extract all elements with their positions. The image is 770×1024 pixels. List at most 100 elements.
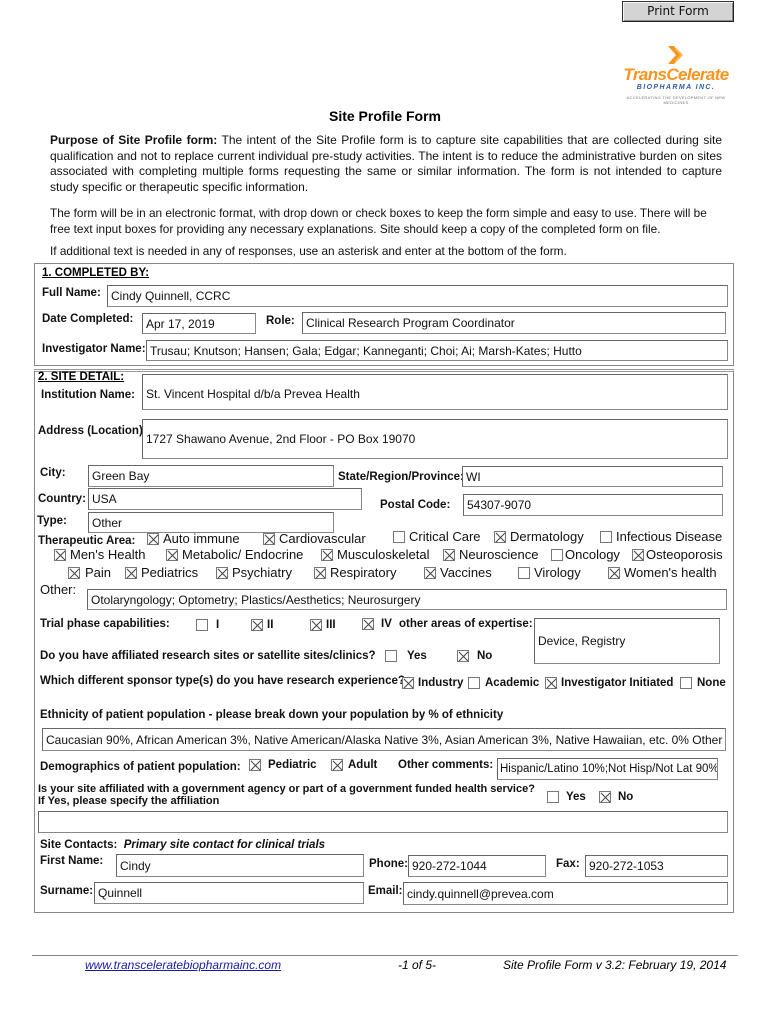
trial-phase-option-iv[interactable]: IV [362, 618, 392, 630]
ethnicity-input[interactable]: Caucasian 90%, African American 3%, Nati… [42, 728, 726, 751]
therapeutic-option-neuroscience[interactable]: Neuroscience [443, 547, 539, 562]
site-detail-header: 2. SITE DETAIL: [38, 371, 125, 383]
government-option-yes[interactable]: Yes [547, 791, 586, 803]
checkbox-virology[interactable] [518, 566, 530, 579]
role-label: Role: [266, 315, 295, 327]
checkbox-investigator-initiated[interactable] [545, 677, 557, 689]
therapeutic-option-osteoporosis[interactable]: Osteoporosis [632, 547, 723, 562]
demographics-label: Demographics of patient population: [40, 761, 241, 773]
checkbox-psychiatry[interactable] [216, 566, 228, 579]
therapeutic-option-cardiovascular[interactable]: Cardiovascular [263, 531, 366, 546]
government-option-no[interactable]: No [599, 791, 633, 803]
checkbox-pediatric[interactable] [249, 759, 261, 771]
checkbox-musculoskeletal[interactable] [321, 548, 333, 561]
checkbox-phase-iii[interactable] [310, 619, 322, 631]
therapeutic-option-mens-health[interactable]: Men's Health [54, 547, 145, 562]
date-completed-input[interactable]: Apr 17, 2019 [142, 313, 256, 334]
checkbox-oncology[interactable] [551, 548, 563, 561]
checkbox-pain[interactable] [68, 566, 80, 579]
trial-phase-option-i[interactable]: I [196, 619, 219, 631]
other-therapeutic-label: Other: [40, 582, 77, 597]
sponsor-option-investigator-initiated[interactable]: Investigator Initiated [545, 677, 673, 689]
page-number: -1 of 5- [398, 958, 437, 972]
checkbox-government-no[interactable] [599, 791, 611, 803]
checkbox-affiliated-no[interactable] [457, 650, 469, 662]
checkbox-pediatrics[interactable] [125, 566, 137, 579]
checkbox-dermatology[interactable] [494, 530, 506, 543]
option-label: Psychiatry [232, 565, 292, 580]
therapeutic-option-critical-care[interactable]: Critical Care [393, 529, 481, 544]
option-label: Neuroscience [459, 547, 539, 562]
type-select[interactable]: Other [88, 512, 334, 533]
checkbox-metabolic-endocrine[interactable] [166, 548, 178, 561]
checkbox-womens-health[interactable] [608, 566, 620, 579]
checkbox-critical-care[interactable] [393, 530, 405, 543]
therapeutic-option-pediatrics[interactable]: Pediatrics [125, 565, 198, 580]
sponsor-type-label: Which different sponsor type(s) do you h… [40, 675, 405, 687]
postal-code-input[interactable]: 54307-9070 [463, 494, 723, 516]
therapeutic-option-respiratory[interactable]: Respiratory [314, 565, 396, 580]
therapeutic-option-virology[interactable]: Virology [518, 565, 581, 580]
checkbox-neuroscience[interactable] [443, 548, 455, 561]
therapeutic-option-metabolic-endocrine[interactable]: Metabolic/ Endocrine [166, 547, 303, 562]
checkbox-cardiovascular[interactable] [263, 532, 275, 545]
checkbox-affiliated-yes[interactable] [385, 650, 397, 662]
surname-input[interactable]: Quinnell [94, 882, 364, 904]
checkbox-respiratory[interactable] [314, 566, 326, 579]
site-contacts-subtitle: Primary site contact for clinical trials [123, 839, 326, 851]
trial-phase-option-iii[interactable]: III [310, 619, 336, 631]
fax-input[interactable]: 920-272-1053 [585, 855, 728, 877]
therapeutic-option-pain[interactable]: Pain [68, 565, 111, 580]
sponsor-option-none[interactable]: None [680, 677, 726, 689]
therapeutic-option-infectious-disease[interactable]: Infectious Disease [600, 529, 722, 544]
checkbox-mens-health[interactable] [54, 548, 66, 561]
demographics-option-pediatric[interactable]: Pediatric [249, 759, 317, 771]
expertise-input[interactable]: Device, Registry [534, 618, 720, 664]
therapeutic-option-musculoskeletal[interactable]: Musculoskeletal [321, 547, 430, 562]
investigator-name-label: Investigator Name: [42, 343, 146, 355]
affiliated-option-yes[interactable]: Yes [385, 650, 427, 662]
address-input[interactable]: 1727 Shawano Avenue, 2nd Floor - PO Box … [142, 419, 728, 459]
therapeutic-option-auto-immune[interactable]: Auto immune [147, 531, 240, 546]
checkbox-adult[interactable] [331, 759, 343, 771]
full-name-input[interactable]: Cindy Quinnell, CCRC [107, 285, 728, 307]
therapeutic-option-womens-health[interactable]: Women's health [608, 565, 717, 580]
checkbox-auto-immune[interactable] [147, 532, 159, 545]
sponsor-option-academic[interactable]: Academic [468, 677, 539, 689]
institution-name-input[interactable]: St. Vincent Hospital d/b/a Prevea Health [142, 374, 728, 410]
therapeutic-option-dermatology[interactable]: Dermatology [494, 529, 584, 544]
therapeutic-option-vaccines[interactable]: Vaccines [424, 565, 492, 580]
therapeutic-option-oncology[interactable]: Oncology [551, 547, 620, 562]
demographics-option-adult[interactable]: Adult [331, 759, 377, 771]
sponsor-option-industry[interactable]: Industry [402, 677, 463, 689]
checkbox-government-yes[interactable] [547, 791, 559, 803]
email-input[interactable]: cindy.quinnell@prevea.com [403, 882, 728, 905]
affiliation-input[interactable] [38, 811, 728, 833]
checkbox-phase-iv[interactable] [362, 618, 374, 630]
checkbox-none[interactable] [680, 677, 692, 689]
therapeutic-option-psychiatry[interactable]: Psychiatry [216, 565, 292, 580]
full-name-label: Full Name: [42, 287, 101, 299]
chevron-logo-icon [668, 46, 683, 64]
checkbox-vaccines[interactable] [424, 566, 436, 579]
role-input[interactable]: Clinical Research Program Coordinator [302, 312, 726, 334]
option-label: II [267, 619, 274, 631]
city-input[interactable]: Green Bay [88, 465, 334, 487]
state-input[interactable]: WI [462, 466, 723, 487]
checkbox-osteoporosis[interactable] [632, 548, 644, 561]
phone-input[interactable]: 920-272-1044 [408, 855, 546, 877]
checkbox-infectious-disease[interactable] [600, 530, 612, 543]
affiliated-option-no[interactable]: No [457, 650, 492, 662]
other-therapeutic-input[interactable]: Otolaryngology; Optometry; Plastics/Aest… [87, 589, 727, 610]
website-link[interactable]: www.transceleratebiopharmainc.com [85, 958, 281, 972]
print-form-button[interactable]: Print Form [622, 1, 734, 22]
investigator-name-input[interactable]: Trusau; Knutson; Hansen; Gala; Edgar; Ka… [146, 340, 728, 361]
country-input[interactable]: USA [88, 488, 362, 510]
other-comments-input[interactable]: Hispanic/Latino 10%;Not Hisp/Not Lat 90% [497, 758, 718, 780]
checkbox-academic[interactable] [468, 677, 480, 689]
trial-phase-option-ii[interactable]: II [251, 619, 273, 631]
checkbox-industry[interactable] [402, 677, 414, 689]
checkbox-phase-i[interactable] [196, 619, 208, 631]
checkbox-phase-ii[interactable] [251, 619, 263, 631]
first-name-input[interactable]: Cindy [116, 854, 364, 877]
